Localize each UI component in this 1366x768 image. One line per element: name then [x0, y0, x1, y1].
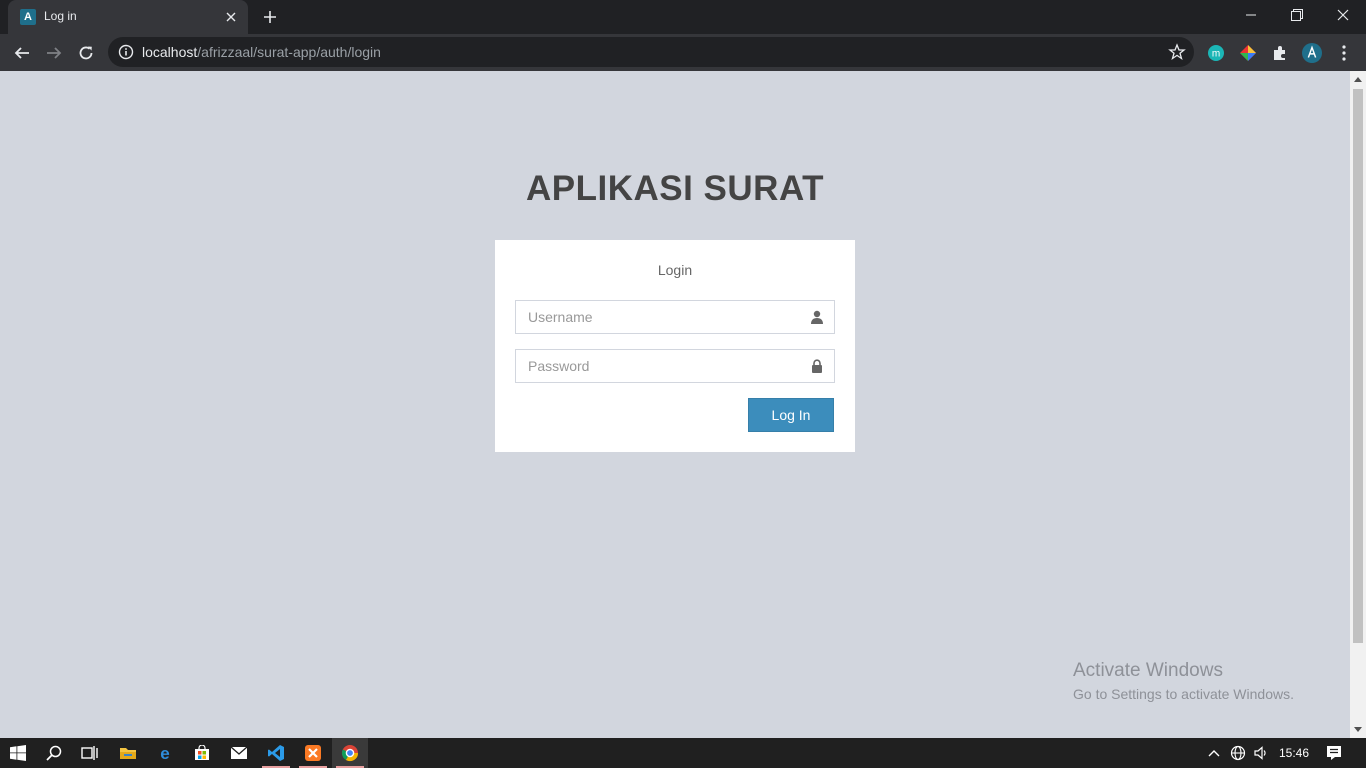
forward-arrow-icon[interactable]	[40, 39, 68, 67]
color-extension-icon[interactable]	[1238, 43, 1258, 63]
action-center-icon[interactable]	[1320, 738, 1348, 768]
profile-avatar-icon[interactable]	[1302, 43, 1322, 63]
login-box: Login Log In	[495, 240, 855, 452]
activate-windows-title: Activate Windows	[1073, 660, 1223, 681]
store-icon[interactable]	[184, 738, 220, 768]
password-field	[515, 349, 835, 383]
minimize-window-icon[interactable]	[1228, 0, 1274, 30]
vscode-icon[interactable]	[258, 738, 294, 768]
start-icon[interactable]	[0, 738, 36, 768]
scroll-down-arrow-icon[interactable]	[1354, 727, 1362, 732]
bookmark-star-icon[interactable]	[1168, 43, 1186, 61]
login-box-message: Login	[657, 262, 693, 278]
volume-icon[interactable]	[1251, 738, 1271, 768]
url-path: /afrizzaal/surat-app/auth/login	[197, 44, 381, 60]
username-field	[515, 300, 835, 334]
back-arrow-icon[interactable]	[8, 39, 36, 67]
new-tab-icon[interactable]	[258, 5, 282, 29]
page-scrollbar[interactable]	[1350, 71, 1366, 738]
reload-icon[interactable]	[72, 39, 100, 67]
kebab-menu-icon[interactable]	[1334, 43, 1354, 63]
lock-icon	[810, 359, 824, 373]
info-icon[interactable]	[118, 44, 134, 60]
xampp-icon[interactable]	[295, 738, 331, 768]
windows-taskbar: e 15:46	[0, 738, 1366, 768]
scrollbar-thumb[interactable]	[1353, 89, 1363, 643]
url-host: localhost	[142, 44, 198, 60]
edge-icon[interactable]: e	[147, 738, 183, 768]
address-bar[interactable]: localhost/afrizzaal/surat-app/auth/login	[108, 37, 1194, 67]
puzzle-icon[interactable]	[1270, 43, 1290, 63]
close-window-icon[interactable]	[1320, 0, 1366, 30]
browser-toolbar: localhost/afrizzaal/surat-app/auth/login…	[0, 34, 1366, 71]
mail-icon[interactable]	[221, 738, 257, 768]
username-input[interactable]	[516, 301, 834, 333]
page-title: APLIKASI SURAT	[525, 169, 825, 208]
url-text: localhost/afrizzaal/surat-app/auth/login	[142, 44, 381, 60]
close-tab-icon[interactable]	[222, 8, 240, 26]
password-input[interactable]	[516, 350, 834, 382]
svg-text:e: e	[160, 744, 169, 762]
task-view-icon[interactable]	[72, 738, 108, 768]
activate-windows-watermark: Activate Windows Go to Settings to activ…	[1073, 659, 1294, 705]
network-globe-icon[interactable]	[1228, 738, 1248, 768]
taskbar-clock[interactable]: 15:46	[1272, 738, 1316, 768]
m-extension-icon[interactable]: m	[1206, 43, 1226, 63]
scroll-up-arrow-icon[interactable]	[1354, 77, 1362, 82]
tab-title: Log in	[44, 9, 77, 23]
page-viewport: APLIKASI SURAT Login Log In Activate Win…	[0, 71, 1350, 738]
login-button[interactable]: Log In	[748, 398, 834, 432]
chrome-icon[interactable]	[332, 738, 368, 768]
tab-favicon-icon: A	[20, 9, 36, 25]
browser-tab-strip: A Log in	[0, 0, 1366, 34]
svg-text:m: m	[1212, 49, 1220, 60]
search-icon[interactable]	[36, 738, 72, 768]
activate-windows-subtitle: Go to Settings to activate Windows.	[1073, 686, 1294, 702]
user-icon	[810, 310, 824, 324]
browser-tab[interactable]: A Log in	[8, 0, 248, 34]
restore-window-icon[interactable]	[1274, 0, 1320, 30]
file-explorer-icon[interactable]	[110, 738, 146, 768]
tray-chevron-up-icon[interactable]	[1204, 738, 1224, 768]
